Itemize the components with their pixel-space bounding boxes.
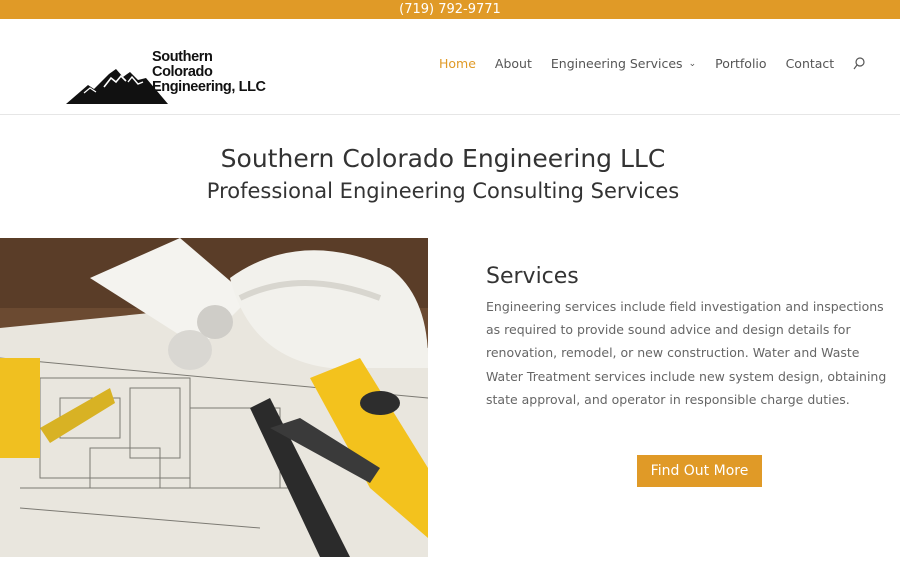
logo-line-2: Engineering, LLC — [152, 79, 266, 95]
page-subtitle: Professional Engineering Consulting Serv… — [206, 179, 680, 203]
nav-item-engineering-services[interactable]: Engineering Services ⌄ — [551, 56, 696, 71]
nav-item-contact-label: Contact — [785, 56, 835, 71]
main-nav: Home About Engineering Services ⌄ Portfo… — [439, 56, 865, 71]
logo-text: Southern Colorado Engineering, LLC — [152, 50, 271, 95]
phone-number[interactable]: (719) 792-9771 — [399, 2, 501, 17]
nav-item-about[interactable]: About — [495, 56, 532, 71]
site-logo[interactable]: Southern Colorado Engineering, LLC — [66, 47, 271, 105]
find-out-more-button[interactable]: Find Out More — [637, 455, 762, 487]
chevron-down-icon: ⌄ — [688, 58, 697, 69]
nav-item-home[interactable]: Home — [439, 56, 476, 71]
top-bar: (719) 792-9771 — [0, 0, 900, 19]
search-icon[interactable] — [853, 57, 865, 70]
logo-line-1: Southern Colorado — [152, 49, 213, 80]
nav-item-contact[interactable]: Contact — [786, 56, 835, 71]
services-description: Engineering services include field inves… — [486, 299, 887, 407]
site-header: Southern Colorado Engineering, LLC Home … — [0, 19, 900, 115]
page-title: Southern Colorado Engineering LLC — [220, 144, 666, 173]
services-section: Services Engineering services include fi… — [486, 264, 891, 411]
nav-item-portfolio-label: Portfolio — [715, 56, 767, 71]
services-heading: Services — [486, 264, 579, 289]
nav-item-about-label: About — [494, 56, 532, 71]
engineering-blueprint-photo — [0, 238, 428, 557]
nav-item-home-label: Home — [439, 56, 476, 71]
nav-item-engineering-services-label: Engineering Services — [550, 56, 683, 71]
nav-item-portfolio[interactable]: Portfolio — [715, 56, 766, 71]
